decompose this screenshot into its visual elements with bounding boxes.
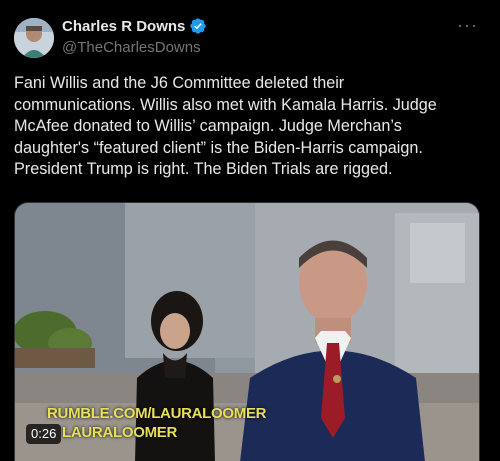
video-frame [15,203,479,461]
video-player[interactable] [14,202,480,461]
author-name[interactable]: Charles R Downs [62,18,185,35]
tweet-text: Fani Willis and the J6 Committee deleted… [14,73,490,181]
author-name-row[interactable]: Charles R Downs [62,17,207,35]
verified-badge-icon [190,18,207,34]
video-watermark-line1: RUMBLE.COM/LAURALOOMER [47,405,267,422]
tweet-text-line: daughter's “featured client” is the Bide… [14,138,423,157]
video-duration-badge: 0:26 [26,424,62,444]
video-watermark-line2: LAURALOOMER [62,424,178,441]
more-options-icon[interactable]: ··· [457,16,478,34]
tweet-text-line: Fani Willis and the J6 Committee deleted… [14,74,345,92]
tweet-text-line: communications. Willis also met with Kam… [14,95,437,114]
author-handle[interactable]: @TheCharlesDowns [62,39,201,56]
tweet-text-line: McAfee donated to Willis’ campaign. Judg… [14,117,402,136]
tweet[interactable]: Charles R Downs @TheCharlesDowns ··· Fan… [0,0,500,461]
avatar-image [14,18,54,58]
avatar[interactable] [14,18,54,58]
tweet-text-line: President Trump is right. The Biden Tria… [14,160,393,179]
